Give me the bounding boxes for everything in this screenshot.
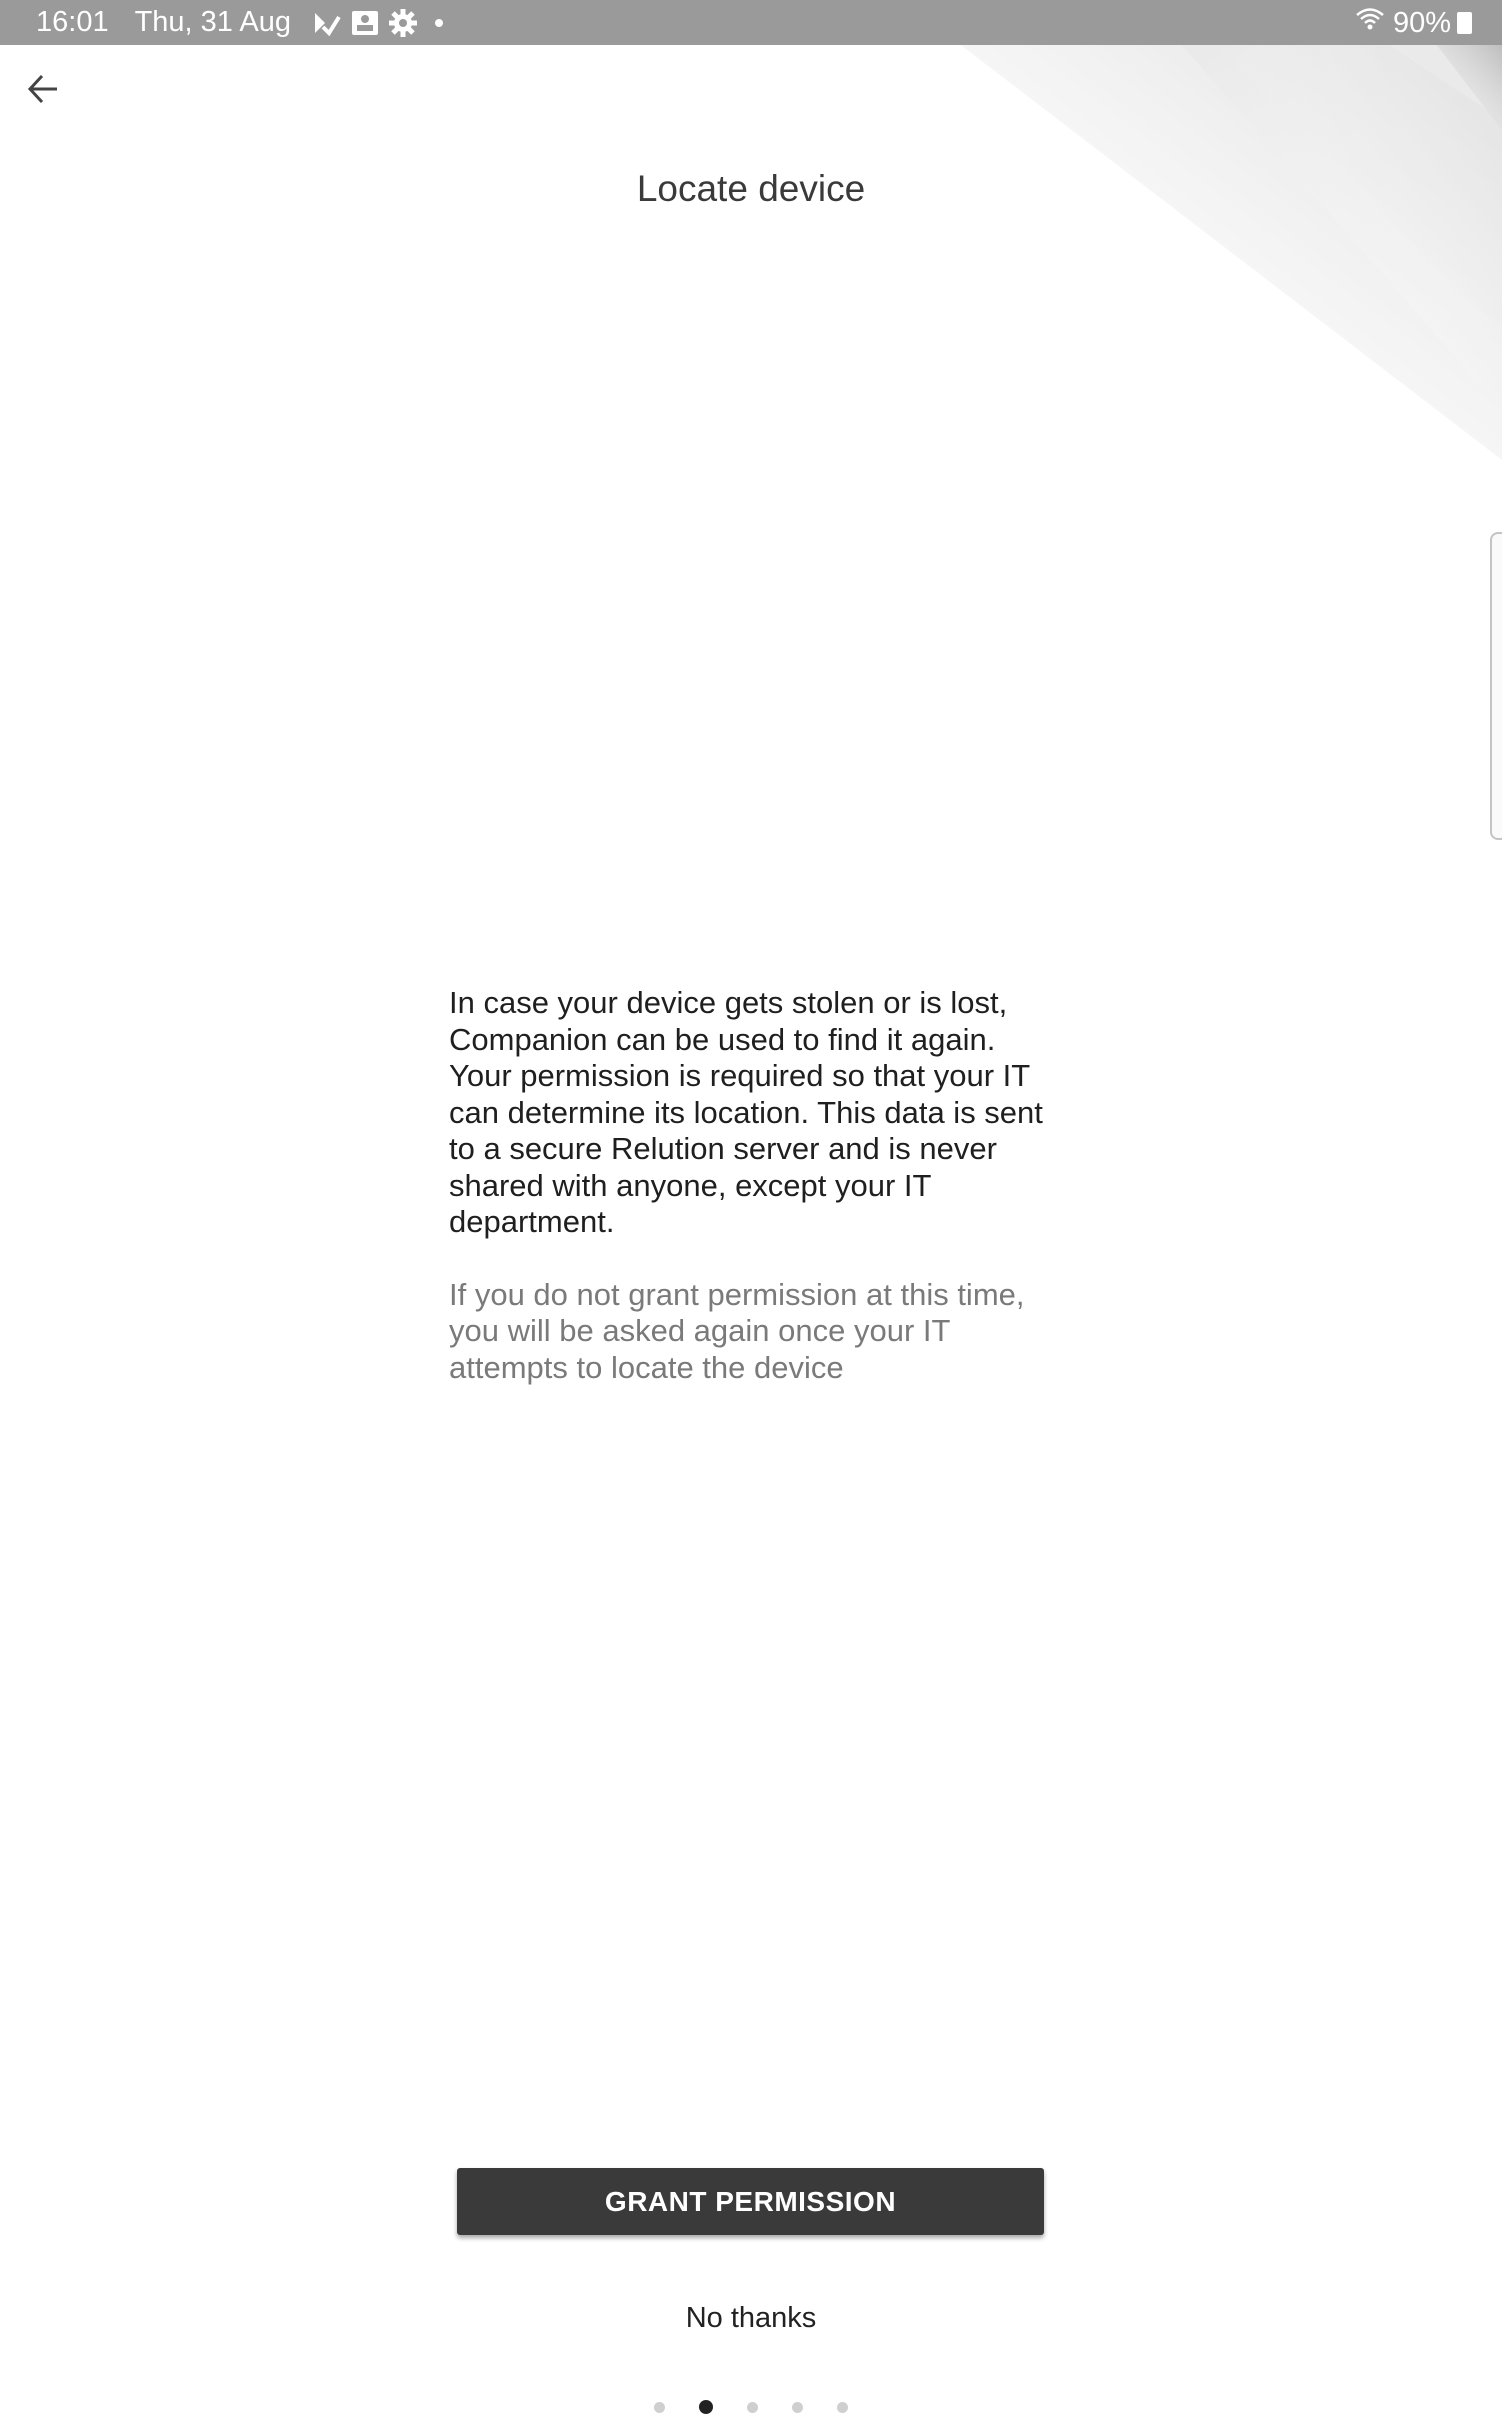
status-date: Thu, 31 Aug xyxy=(134,6,291,38)
wifi-icon xyxy=(1355,6,1393,40)
back-button[interactable] xyxy=(18,66,68,116)
status-left: 16:01 Thu, 31 Aug xyxy=(36,6,443,39)
status-right: 90% xyxy=(1355,6,1472,40)
hint-text: If you do not grant permission at this t… xyxy=(449,1276,1025,1385)
description-text: In case your device gets stolen or is lo… xyxy=(449,985,1043,1239)
page-dot[interactable] xyxy=(837,2401,848,2413)
battery-percent: 90% xyxy=(1392,6,1451,39)
page-dot[interactable] xyxy=(792,2401,803,2413)
edge-panel-handle[interactable] xyxy=(1490,532,1502,840)
background-decoration xyxy=(902,0,1502,460)
image-notification-icon xyxy=(349,7,381,39)
arrow-left-icon xyxy=(25,71,61,112)
content-area: In case your device gets stolen or is lo… xyxy=(449,985,1049,1386)
battery-charging-icon xyxy=(1457,12,1472,34)
grant-permission-button[interactable]: GRANT PERMISSION xyxy=(457,2168,1044,2235)
more-notifications-dot-icon xyxy=(434,18,443,27)
page-dot-active[interactable] xyxy=(699,2400,713,2414)
page-dot[interactable] xyxy=(654,2401,665,2413)
status-time: 16:01 xyxy=(36,6,109,38)
no-thanks-button[interactable]: No thanks xyxy=(0,2302,1502,2335)
status-bar: 16:01 Thu, 31 Aug 90% xyxy=(0,0,1502,45)
page-dot[interactable] xyxy=(747,2401,758,2413)
settings-gear-icon xyxy=(387,7,419,39)
page-indicator xyxy=(0,2400,1502,2414)
page-title: Locate device xyxy=(636,168,866,209)
pencil-check-icon xyxy=(311,7,343,39)
